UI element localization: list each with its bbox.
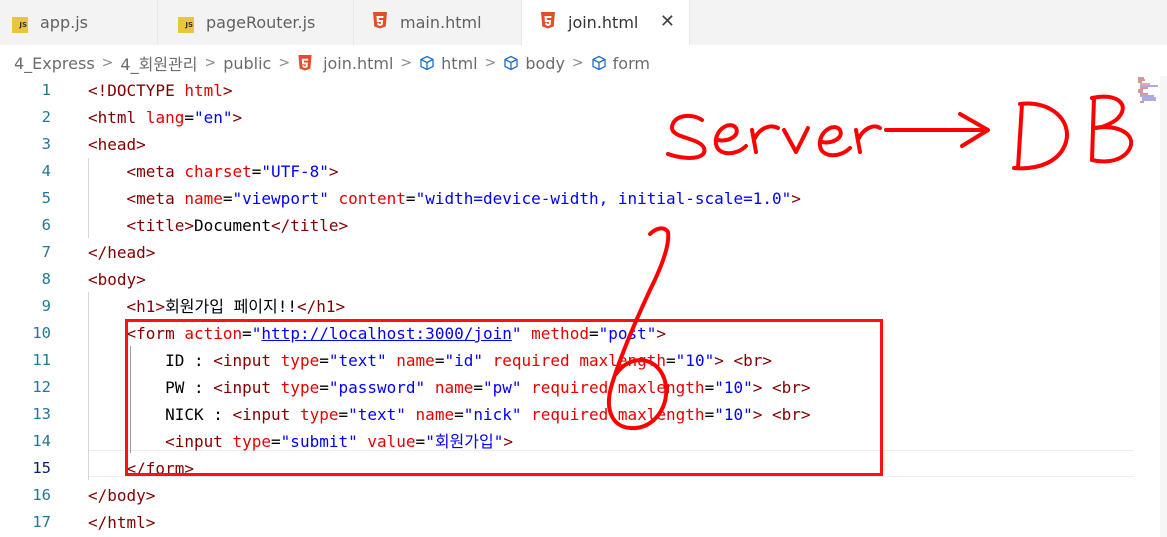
code-line: <!DOCTYPE html>	[88, 81, 233, 100]
tab-bar: JS app.js JS pageRouter.js main.html joi…	[0, 0, 1167, 45]
breadcrumb-item[interactable]: html	[441, 54, 477, 73]
tab-main-html[interactable]: main.html	[354, 0, 522, 45]
tab-label: app.js	[40, 13, 88, 32]
line-number: 11	[32, 351, 51, 369]
line-number: 16	[32, 486, 51, 504]
form-highlight-box	[125, 319, 883, 476]
tab-label: join.html	[568, 13, 639, 32]
code-line: <h1>회원가입 페이지!!</h1>	[126, 297, 346, 316]
js-file-icon: JS	[176, 12, 196, 33]
breadcrumb-item[interactable]: 4_Express	[14, 54, 95, 73]
html5-file-icon	[538, 12, 558, 33]
line-number: 1	[41, 81, 51, 99]
minimap[interactable]	[1136, 76, 1160, 106]
breadcrumb-item[interactable]: 4_회원관리	[120, 51, 197, 75]
vertical-scrollbar[interactable]	[1160, 76, 1167, 537]
line-number: 17	[32, 513, 51, 531]
code-line: </head>	[88, 243, 156, 262]
chevron-right-icon: >	[204, 55, 217, 71]
breadcrumb-item[interactable]: body	[525, 54, 565, 73]
tab-label: main.html	[400, 13, 482, 32]
line-number: 10	[32, 324, 51, 342]
line-number: 3	[41, 135, 51, 153]
code-line: <head>	[88, 135, 146, 154]
line-number: 9	[41, 297, 51, 315]
tab-label: pageRouter.js	[206, 13, 316, 32]
code-line: </body>	[88, 486, 156, 505]
html5-file-icon	[370, 12, 390, 33]
line-number: 7	[41, 243, 51, 261]
js-file-icon: JS	[10, 12, 30, 33]
symbol-cube-icon	[592, 55, 606, 71]
breadcrumb-item[interactable]: form	[613, 54, 650, 73]
code-line: <html lang="en">	[88, 108, 243, 127]
close-icon[interactable]: ✕	[660, 11, 675, 32]
html5-file-icon	[298, 55, 312, 71]
breadcrumb-item[interactable]: public	[223, 54, 271, 73]
breadcrumb-item[interactable]: join.html	[323, 54, 393, 73]
symbol-cube-icon	[420, 55, 434, 71]
code-line: <body>	[88, 270, 146, 289]
tab-app-js[interactable]: JS app.js	[0, 0, 158, 45]
line-number: 4	[41, 162, 51, 180]
code-line: </html>	[88, 513, 156, 532]
line-number: 6	[41, 216, 51, 234]
breadcrumb: 4_Express > 4_회원관리 > public > join.html …	[14, 51, 650, 75]
line-number: 12	[32, 378, 51, 396]
chevron-right-icon: >	[400, 55, 413, 71]
line-number: 2	[41, 108, 51, 126]
tab-join-html[interactable]: join.html ✕	[522, 0, 690, 45]
line-number: 13	[32, 405, 51, 423]
line-number: 15	[32, 459, 51, 477]
chevron-right-icon: >	[571, 55, 584, 71]
code-line: <title>Document</title>	[126, 216, 349, 235]
chevron-right-icon: >	[484, 55, 497, 71]
tab-page-router-js[interactable]: JS pageRouter.js	[158, 0, 354, 45]
code-line: <meta name="viewport" content="width=dev…	[126, 189, 801, 208]
chevron-right-icon: >	[278, 55, 291, 71]
line-number: 5	[41, 189, 51, 207]
chevron-right-icon: >	[101, 55, 114, 71]
line-number: 8	[41, 270, 51, 288]
symbol-cube-icon	[504, 55, 518, 71]
code-line: <meta charset="UTF-8">	[126, 162, 339, 181]
line-number: 14	[32, 432, 51, 450]
